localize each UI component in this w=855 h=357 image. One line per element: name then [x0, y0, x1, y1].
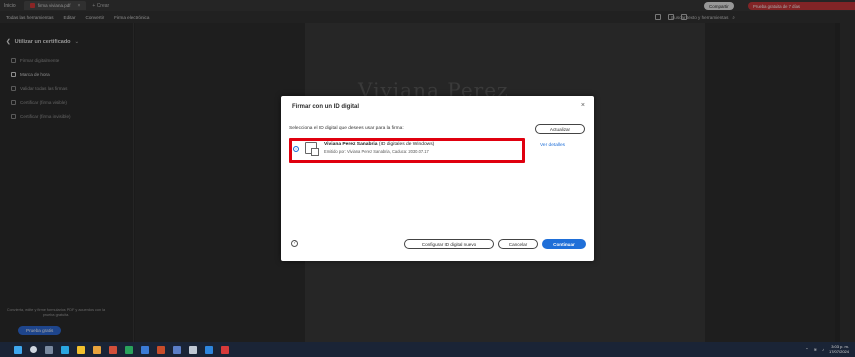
acrobat-window: Inicio firma viviana.pdf × + Crear ◎ ▦ I… [0, 0, 855, 342]
continue-button[interactable]: Continuar [542, 239, 586, 249]
wifi-icon[interactable]: ≋ [814, 347, 817, 352]
edge-icon[interactable] [61, 345, 69, 354]
help-icon[interactable]: ? [291, 240, 298, 247]
chevron-up-icon[interactable]: ⌃ [805, 347, 808, 352]
word-icon[interactable] [141, 345, 149, 354]
dialog-title: Firmar con un ID digital [292, 104, 360, 110]
system-tray: ⌃ ≋ ♪ 3:03 p. m. 17/07/2024 [805, 344, 849, 354]
search-icon[interactable] [30, 346, 37, 353]
windows-taskbar: ⌃ ≋ ♪ 3:03 p. m. 17/07/2024 [0, 342, 855, 357]
teams-icon[interactable] [173, 345, 181, 354]
file-explorer-icon[interactable] [77, 345, 85, 354]
dialog-prompt: Selecciona el ID digital que desees usar… [289, 126, 404, 131]
acrobat-icon[interactable] [221, 345, 229, 354]
highlight-box [289, 138, 525, 163]
windows-start-icon[interactable] [14, 345, 22, 354]
refresh-button[interactable]: Actualizar [535, 124, 585, 134]
task-view-icon[interactable] [45, 345, 53, 354]
office-icon[interactable] [109, 345, 117, 354]
volume-icon[interactable]: ♪ [822, 347, 824, 352]
sign-with-digital-id-dialog: Firmar con un ID digital × Selecciona el… [281, 96, 594, 261]
cancel-button[interactable]: Cancelar [498, 239, 538, 249]
close-icon[interactable]: × [581, 102, 585, 109]
configure-new-id-button[interactable]: Configurar ID digital nuevo [404, 239, 494, 249]
clock[interactable]: 3:03 p. m. 17/07/2024 [828, 344, 849, 354]
outlook-icon[interactable] [205, 345, 213, 354]
chrome-icon[interactable] [93, 345, 101, 354]
view-details-link[interactable]: Ver detalles [540, 143, 565, 148]
notepad-icon[interactable] [189, 345, 197, 354]
powerpoint-icon[interactable] [157, 345, 165, 354]
clock-date: 17/07/2024 [828, 348, 849, 354]
excel-icon[interactable] [125, 345, 133, 354]
